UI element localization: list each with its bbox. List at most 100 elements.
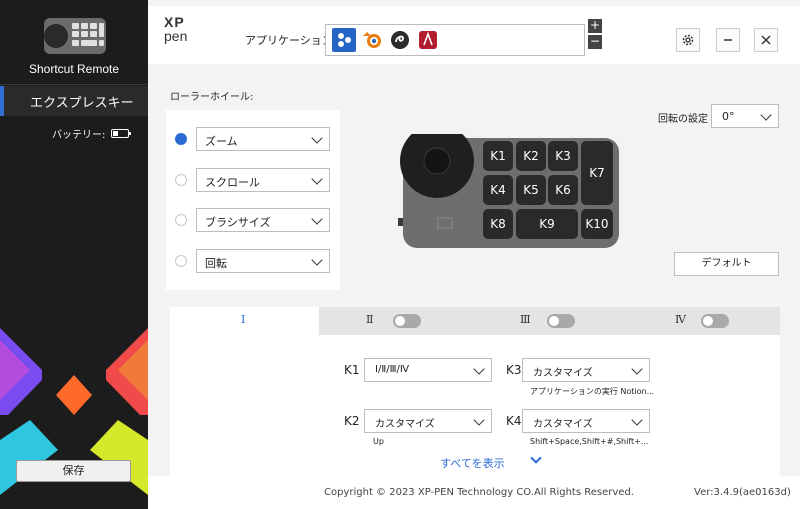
chevron-down-icon [311, 132, 323, 144]
tab-set-3-toggle[interactable] [547, 314, 575, 328]
roller-select-rotate[interactable]: 回転 [196, 249, 330, 273]
close-icon [761, 35, 771, 45]
tab-label: Ⅰ [241, 313, 246, 326]
roller-option-scroll: スクロール [166, 168, 340, 192]
key-sub-k3: アプリケーションの実行 Notion... [530, 387, 655, 396]
save-button[interactable]: 保存 [16, 460, 131, 482]
key-label-k4: K4 [506, 414, 522, 428]
battery-icon [111, 129, 132, 138]
device-key-k8-label: K8 [490, 217, 506, 231]
device-key-k3-label: K3 [555, 149, 571, 163]
sidebar: Shortcut Remote エクスプレスキー バッテリー: 保存 [0, 0, 148, 509]
chevron-down-icon [760, 109, 772, 121]
select-value: カスタマイズ [533, 368, 593, 379]
key-select-k2[interactable]: カスタマイズ [364, 409, 492, 433]
key-sub-k2: Up [373, 437, 384, 446]
key-select-k3[interactable]: カスタマイズ [522, 358, 650, 382]
device-key-k1-label: K1 [490, 149, 506, 163]
chevron-down-icon [311, 254, 323, 266]
key-select-k4[interactable]: カスタマイズ [522, 409, 650, 433]
logo-line2: pen [164, 28, 188, 44]
close-button[interactable] [754, 28, 778, 52]
device-key-k4-label: K4 [490, 183, 506, 197]
affinity-icon[interactable] [416, 28, 440, 52]
application-list [325, 24, 585, 56]
device-key-k2-label: K2 [523, 149, 539, 163]
show-all-link[interactable]: すべてを表示 [440, 455, 505, 471]
chevron-down-icon [473, 414, 485, 426]
sidebar-item-label: エクスプレスキー [30, 96, 134, 111]
roller-option-rotate: 回転 [166, 249, 340, 273]
applications-label: アプリケーション: [245, 34, 337, 47]
select-value: スクロール [205, 176, 260, 189]
logo-line1: XP [164, 14, 185, 30]
remove-app-button[interactable]: − [588, 35, 602, 49]
radio-brush-size[interactable] [175, 214, 187, 226]
header-bar: XP pen アプリケーション: + − [148, 6, 800, 64]
tab-label: Ⅳ [675, 313, 686, 326]
blender-icon[interactable] [360, 28, 384, 52]
roller-select-brush-size[interactable]: ブラシサイズ [196, 208, 330, 232]
device-name: Shortcut Remote [28, 62, 120, 76]
select-value: ブラシサイズ [205, 216, 271, 229]
rotation-setting-label: 回転の設定 [658, 114, 708, 125]
copyright-text: Copyright © 2023 XP-PEN Technology CO.Al… [324, 487, 634, 498]
chevron-down-icon[interactable] [530, 452, 542, 464]
key-label-k1: K1 [344, 363, 360, 377]
roller-options-card: ズーム スクロール ブラシサイズ 回転 [166, 110, 340, 290]
tab-set-4-toggle[interactable] [701, 314, 729, 328]
radio-rotate[interactable] [175, 255, 187, 267]
tab-set-3[interactable]: Ⅲ [473, 307, 627, 335]
default-button[interactable]: デフォルト [674, 252, 779, 276]
gear-icon [682, 34, 694, 46]
key-sub-k4: Shift+Space,Shift+#,Shift+... [530, 437, 649, 446]
select-value: ズーム [205, 135, 238, 148]
rotation-select[interactable]: 0° [711, 104, 779, 128]
device-key-k9-label: K9 [539, 217, 555, 231]
add-app-button[interactable]: + [588, 19, 602, 33]
chevron-down-icon [473, 363, 485, 375]
settings-panel: ローラーホイール: ズーム スクロール ブラシサイズ 回転 K1 K2 K3 K… [148, 64, 800, 476]
device-key-k6-label: K6 [555, 183, 571, 197]
key-settings-area: K1 Ⅰ/Ⅱ/Ⅲ/Ⅳ K3 カスタマイズ アプリケーションの実行 Notion.… [170, 335, 780, 476]
tab-label: Ⅱ [366, 313, 374, 326]
settings-gear-button[interactable] [676, 28, 700, 52]
set-tabs: Ⅰ Ⅱ Ⅲ Ⅳ [170, 307, 780, 335]
battery-status: バッテリー: [0, 126, 148, 141]
version-text: Ver:3.4.9(ae0163d) [694, 487, 791, 498]
chevron-down-icon [311, 173, 323, 185]
select-value: 0° [722, 110, 735, 123]
roller-wheel-label: ローラーホイール: [170, 92, 254, 103]
clip-studio-icon[interactable] [388, 28, 412, 52]
device-key-k5-label: K5 [523, 183, 539, 197]
device-key-k7-label: K7 [589, 166, 605, 180]
sidebar-item-express-keys[interactable]: エクスプレスキー [0, 86, 148, 116]
minimize-button[interactable] [716, 28, 740, 52]
tab-set-4[interactable]: Ⅳ [627, 307, 780, 335]
select-value: カスタマイズ [533, 419, 593, 430]
main-area: XP pen アプリケーション: + − ローラーホイール: ズーム スクロール… [148, 0, 800, 509]
tab-set-2[interactable]: Ⅱ [319, 307, 473, 335]
sidebar-divider [0, 84, 148, 85]
device-side-button [398, 218, 403, 226]
key-label-k3: K3 [506, 363, 522, 377]
tab-set-1[interactable]: Ⅰ [170, 307, 319, 335]
select-value: Ⅰ/Ⅱ/Ⅲ/Ⅳ [375, 364, 410, 375]
roller-select-scroll[interactable]: スクロール [196, 168, 330, 192]
select-value: カスタマイズ [375, 419, 435, 430]
chevron-down-icon [311, 213, 323, 225]
radio-zoom[interactable] [175, 133, 187, 145]
chevron-down-icon [631, 363, 643, 375]
selection-indicator [0, 86, 4, 116]
device-key-k10-label: K10 [585, 217, 608, 231]
device-diagram: K1 K2 K3 K7 K4 K5 K6 K8 K9 K10 [398, 134, 619, 248]
chevron-down-icon [631, 414, 643, 426]
tab-label: Ⅲ [520, 313, 531, 326]
tab-set-2-toggle[interactable] [393, 314, 421, 328]
roller-option-brush-size: ブラシサイズ [166, 208, 340, 232]
roller-select-zoom[interactable]: ズーム [196, 127, 330, 151]
key-select-k1[interactable]: Ⅰ/Ⅱ/Ⅲ/Ⅳ [364, 358, 492, 382]
global-apps-icon[interactable] [332, 28, 356, 52]
key-label-k2: K2 [344, 414, 360, 428]
radio-scroll[interactable] [175, 174, 187, 186]
